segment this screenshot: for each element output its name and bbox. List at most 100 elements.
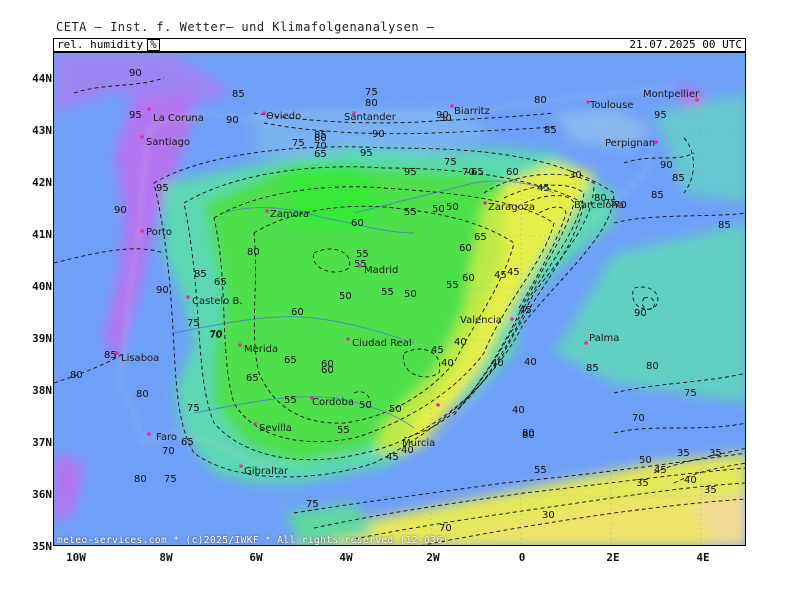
city-label: Porto [146,227,172,238]
contour-label: 90 [660,160,673,171]
contour-label: 75 [187,403,200,414]
contour-label: 60 [462,273,475,284]
contour-label: 55 [381,287,394,298]
contour-label: 40 [524,357,537,368]
contour-label: 45 [654,465,667,476]
lat-label: 38N [32,384,52,397]
city-label: Barcelona [574,200,624,211]
city-label: Faro [156,432,177,443]
contour-label: 65 [181,437,194,448]
lon-label: 4E [696,551,710,564]
contour-label: 45 [386,452,399,463]
city-label: Sevilla [259,423,292,434]
city-label: Ciudad Real [352,338,412,349]
contour-label: 75 [444,157,457,168]
lat-label: 42N [32,176,52,189]
contour-label: 85 [672,173,685,184]
city-label: Murcia [402,438,435,449]
contour-label: 60 [291,307,304,318]
chart-title: CETA — Inst. f. Wetter— und Klimafolgena… [56,20,435,34]
lon-label: 10W [66,551,86,564]
lon-label: 0 [518,551,526,564]
parameter-label: rel. humidity% [57,39,160,51]
city-label: Gibraltar [244,466,289,477]
contour-label: 65 [314,149,327,160]
lon-label: 8W [159,551,173,564]
contour-label: 70 [209,330,222,341]
contour-label: 55 [534,465,547,476]
contour-label: 80 [534,95,547,106]
contour-label: 90 [372,129,385,140]
copyright-notice: meteo-services.com * (c)2025/IWKF * All … [57,535,449,546]
contour-label: 40 [454,337,467,348]
contour-label: 85 [586,363,599,374]
lat-label: 41N [32,228,52,241]
contour-label: 85 [104,350,117,361]
contour-label: 80 [365,98,378,109]
contour-label: 85 [651,190,664,201]
lon-label: 6W [249,551,263,564]
contour-label: 80 [646,361,659,372]
contour-label: 75 [292,138,305,149]
unit-box: % [147,39,160,51]
contour-label: 40 [512,405,525,416]
contour-label: 95 [129,110,142,121]
contour-label: 85 [718,220,731,231]
contour-label: 85 [544,125,557,136]
contour-label: 45 [431,345,444,356]
contour-label: 40 [684,475,697,486]
contour-label: 75 [365,87,378,98]
contour-label: 55 [446,280,459,291]
contour-label: 55 [337,425,350,436]
city-label: Valencia [460,315,502,326]
city-label: Madrid [364,265,398,276]
city-label: Castelo B. [192,296,243,307]
contour-label: 60 [321,359,334,370]
contour-label: 50 [389,404,402,415]
city-label: Perpignan [605,138,655,149]
contour-label: 85 [194,269,207,280]
lon-label: 2W [426,551,440,564]
city-label: Santiago [146,137,190,148]
lon-label: 4W [339,551,353,564]
lat-label: 43N [32,124,52,137]
city-label: Oviedo [266,111,301,122]
contour-label: 35 [704,485,717,496]
contour-label: 50 [339,291,352,302]
contour-label: 50 [359,400,372,411]
city-label: Palma [589,333,619,344]
city-label: Merida [244,344,278,355]
contour-label: 30 [542,510,555,521]
contour-label: 65 [246,373,259,384]
contour-label: 90 [226,115,239,126]
lat-label: 39N [32,332,52,345]
contour-label: 50 [446,202,459,213]
contour-label: 50 [432,204,445,215]
contour-label: 70 [439,523,452,534]
lat-label: 44N [32,72,52,85]
contour-label: 70 [162,446,175,457]
contour-label: 45 [519,305,532,316]
contour-label: 50 [639,455,652,466]
contour-label: 95 [156,183,169,194]
contour-label: 90 [114,205,127,216]
contour-label: 45 [494,270,507,281]
contour-label: 80 [136,389,149,400]
city-label: La Coruna [153,113,204,124]
contour-label: 55 [284,395,297,406]
contour-label: 75 [164,474,177,485]
contour-label: 75 [684,388,697,399]
contour-label: 70 [632,413,645,424]
lat-label: 40N [32,280,52,293]
contour-label: 35 [709,448,722,459]
city-label: Santander [344,112,397,123]
contour-label: 65 [214,277,227,288]
contour-label: 40 [441,358,454,369]
contour-label: 45 [537,183,550,194]
contour-label: 95 [360,148,373,159]
map-frame[interactable]: 90 85 95 90 75 80 85 90 95 80 75 70 65 9… [53,52,746,546]
contour-label: 40 [491,358,504,369]
contour-label: 30 [439,113,452,124]
contour-label: 45 [507,267,520,278]
contour-label: 60 [506,167,519,178]
